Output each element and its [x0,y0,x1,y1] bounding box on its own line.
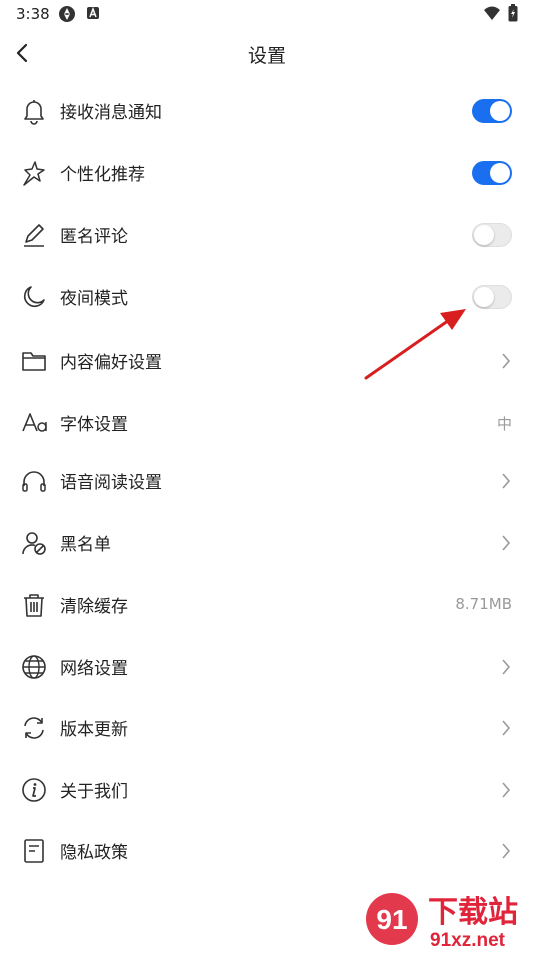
chevron-right-icon [502,720,511,736]
sparkle-star-icon [20,159,48,187]
chevron-right-icon [502,843,511,859]
watermark-logo: 91 下载站 91xz.net [362,888,534,951]
setting-label: 网络设置 [60,659,128,679]
setting-label: 接收消息通知 [60,103,162,123]
info-icon [20,776,48,804]
trash-icon [20,591,48,619]
chevron-right-icon [502,535,511,551]
setting-row-content-preferences[interactable]: 内容偏好设置 [0,330,534,392]
font-aa-icon [20,409,48,437]
night-mode-toggle[interactable] [472,285,512,309]
status-time: 3:38 [16,5,50,23]
moon-icon [20,283,48,311]
refresh-icon [20,714,48,742]
notifications-toggle[interactable] [472,99,512,123]
setting-label: 个性化推荐 [60,165,145,185]
page-title: 设置 [247,45,286,67]
chevron-right-icon [502,782,511,798]
setting-row-personalized-recommendation[interactable]: 个性化推荐 [0,142,534,204]
cache-size-value: 8.71MB [455,595,512,613]
setting-label: 字体设置 [60,415,128,435]
folder-icon [20,347,48,375]
personalized-recommendation-toggle[interactable] [472,161,512,185]
watermark-logo-text: 91 [376,904,407,935]
setting-row-about-us[interactable]: 关于我们 [0,759,534,821]
setting-label: 隐私政策 [60,843,128,863]
setting-row-blacklist[interactable]: 黑名单 [0,512,534,574]
anonymous-comment-toggle[interactable] [472,223,512,247]
notification-a-icon [86,5,100,25]
setting-row-anonymous-comment[interactable]: 匿名评论 [0,204,534,266]
setting-row-voice-reading[interactable]: 语音阅读设置 [0,450,534,512]
pencil-icon [20,221,48,249]
setting-row-night-mode[interactable]: 夜间模式 [0,266,534,328]
user-block-icon [20,529,48,557]
setting-label: 版本更新 [60,720,128,740]
wifi-icon [483,5,501,25]
setting-label: 清除缓存 [60,597,128,617]
setting-label: 语音阅读设置 [60,473,162,493]
status-bar: 3:38 [0,0,534,28]
setting-label: 夜间模式 [60,289,128,309]
setting-label: 关于我们 [60,782,128,802]
setting-row-notifications[interactable]: 接收消息通知 [0,80,534,142]
font-size-value: 中 [496,415,512,433]
setting-row-privacy-policy[interactable]: 隐私政策 [0,820,534,882]
bell-icon [20,97,48,125]
setting-row-network[interactable]: 网络设置 [0,636,534,698]
battery-icon [508,4,518,26]
globe-icon [20,653,48,681]
watermark-domain: 91xz.net [430,930,506,950]
chevron-right-icon [502,473,511,489]
setting-label: 内容偏好设置 [60,353,162,373]
chevron-right-icon [502,659,511,675]
headphones-icon [20,467,48,495]
settings-header: 设置 [0,28,534,78]
document-icon [20,837,48,865]
setting-label: 黑名单 [60,535,111,555]
setting-label: 匿名评论 [60,227,128,247]
setting-row-clear-cache[interactable]: 清除缓存 8.71MB [0,574,534,636]
watermark-text: 下载站 [428,895,518,930]
chevron-right-icon [502,353,511,369]
setting-row-font[interactable]: 字体设置 中 [0,392,534,454]
app-notification-icon [58,5,76,27]
setting-row-version-update[interactable]: 版本更新 [0,697,534,759]
